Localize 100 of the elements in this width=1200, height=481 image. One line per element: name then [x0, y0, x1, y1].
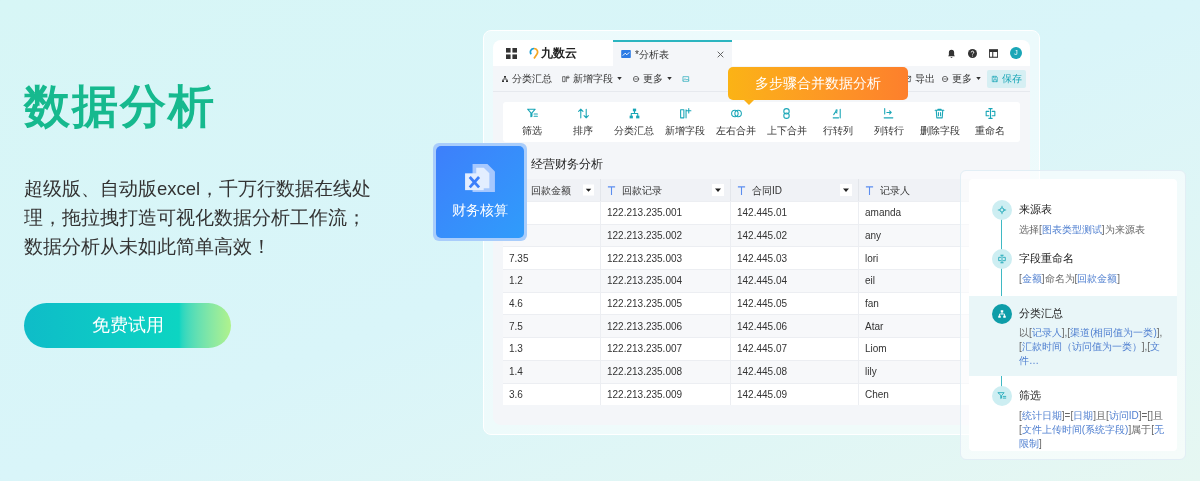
badge-label: 财务核算 — [452, 200, 508, 220]
table-cell-text: 122.213.235.004 — [607, 274, 683, 289]
hierarchy-icon — [997, 308, 1007, 319]
column-label: 回款金额 — [531, 183, 571, 198]
document-tab[interactable]: *分析表 — [613, 40, 732, 66]
table-cell-text: Liom — [865, 342, 887, 357]
operation-button[interactable]: 筛选 — [507, 106, 558, 138]
table-cell-text: 122.213.235.008 — [607, 365, 683, 380]
table-cell-text: 142.445.04 — [737, 274, 788, 289]
table-cell-text: 142.445.02 — [737, 229, 788, 244]
bell-icon[interactable] — [947, 48, 956, 58]
toolbar-button[interactable]: 新增字段 — [562, 71, 622, 86]
table-cell-text: eil — [865, 274, 875, 289]
logo-icon — [529, 46, 539, 60]
column-label: 合同ID — [752, 183, 782, 198]
hierarchy-icon — [501, 74, 509, 83]
close-icon[interactable] — [717, 50, 724, 58]
step-description: 选择[图表类型测试]为来源表 — [1019, 222, 1146, 237]
hero-title: 数据分析 — [24, 79, 217, 134]
table-cell-text: 142.445.06 — [737, 319, 788, 334]
toolbar-button[interactable]: 分类汇总 — [501, 71, 552, 86]
operation-button[interactable]: 删除字段 — [914, 106, 965, 138]
table-cell-text: 122.213.235.002 — [607, 229, 683, 244]
table-cell-text: Chen — [865, 387, 889, 402]
table-cell-text: 142.445.03 — [737, 251, 788, 266]
table-cell-text: amanda — [865, 206, 902, 221]
table-cell-text: 1.3 — [509, 342, 523, 357]
step-title: 筛选 — [1019, 388, 1042, 404]
workflow-step[interactable]: 字段重命名 [金额]命名为[回款金额] — [969, 246, 1177, 288]
callout-banner: 多步骤合并数据分析 — [728, 67, 908, 100]
table-cell-text: 142.445.08 — [737, 365, 788, 380]
target-icon — [997, 205, 1007, 215]
table-cell-text: 1.2 — [509, 274, 523, 289]
apps-icon[interactable] — [506, 47, 517, 59]
table-cell-text: 122.213.235.001 — [607, 206, 683, 221]
table-cell-text: any — [865, 229, 882, 244]
operation-button[interactable]: 列转行 — [863, 106, 914, 138]
operation-button[interactable]: 排序 — [558, 106, 609, 138]
toolbar-button[interactable]: 更多 — [632, 71, 672, 86]
filter-icon — [525, 106, 539, 120]
operation-button[interactable]: 重命名 — [965, 106, 1016, 138]
workflow-step[interactable]: 分类汇总 以[记录人],[渠道(相同值为一类)],[汇款时间（访问值为一类）],[文件… — [969, 295, 1177, 377]
workflow-step[interactable]: 来源表 选择[图表类型测试]为来源表 — [969, 198, 1177, 239]
operation-button[interactable]: 新增字段 — [660, 106, 711, 138]
operation-button[interactable]: 左右合并 — [711, 106, 761, 138]
step-title: 来源表 — [1019, 202, 1053, 217]
table-cell-text: Atar — [865, 319, 884, 334]
more-circle-icon — [941, 74, 949, 83]
table-cell-text: 4.6 — [509, 297, 523, 312]
more-circle-icon — [632, 74, 640, 83]
table-cell-text: 122.213.235.006 — [607, 319, 683, 334]
table-cell-text: lori — [865, 251, 879, 266]
callout-pointer — [743, 99, 755, 105]
step-title: 分类汇总 — [1019, 305, 1064, 321]
table-cell-text: 142.445.07 — [737, 342, 788, 357]
operation-button[interactable]: 上下合并 — [761, 106, 812, 138]
chart-icon — [621, 50, 631, 58]
column-label: 回款记录 — [622, 183, 662, 198]
column-label: 记录人 — [880, 183, 910, 198]
help-icon[interactable] — [968, 48, 977, 58]
table-cell-text: fan — [865, 297, 879, 312]
save-icon — [991, 74, 999, 83]
sort-icon — [576, 106, 590, 120]
step-description: [统计日期]=[日期]且[访问ID]=[]且[文件上传时间(系统字段)]属于[无限制] — [1019, 409, 1165, 451]
add-column-icon — [562, 74, 570, 83]
step-title: 字段重命名 — [1019, 250, 1075, 266]
column-to-row-icon — [882, 106, 896, 120]
table-cell-text: 7.35 — [509, 251, 529, 266]
table-cell-text: 3.6 — [509, 387, 523, 402]
tab-label: *分析表 — [635, 47, 669, 62]
table-cell-text: lily — [865, 365, 877, 380]
step-description: [金额]命名为[回款金额] — [1019, 271, 1122, 286]
operation-button[interactable]: 分类汇总 — [609, 106, 660, 138]
table-cell-text: 122.213.235.009 — [607, 387, 683, 402]
step-description: 以[记录人],[渠道(相同值为一类)],[汇款时间（访问值为一类）],[文件… — [1019, 326, 1164, 369]
table-cell-text: 142.445.01 — [737, 206, 788, 221]
hierarchy-icon — [627, 106, 641, 120]
rename-icon — [983, 106, 997, 120]
dropdown-icon[interactable] — [712, 184, 724, 196]
layout-icon[interactable] — [989, 48, 998, 58]
workflow-step[interactable]: 筛选 [统计日期]=[日期]且[访问ID]=[]且[文件上传时间(系统字段)]属于[无限制] — [969, 384, 1177, 453]
logo-text: 九数云 — [541, 45, 577, 62]
table-title: 经营财务分析 — [531, 156, 604, 172]
table-cell-text: 122.213.235.007 — [607, 342, 683, 357]
table-cell-text: 122.213.235.003 — [607, 251, 683, 266]
table-cell-text: 142.445.05 — [737, 297, 788, 312]
hero-description: 超级版、自动版excel，千万行数据在线处理，拖拉拽打造可视化数据分析工作流；数据分析从未如此简单高效！ — [24, 177, 373, 259]
table-cell-text: 122.213.235.005 — [607, 297, 683, 312]
filter-icon — [997, 391, 1007, 402]
rename-icon — [997, 253, 1007, 264]
spreadsheet-icon — [464, 163, 496, 192]
add-column-icon — [678, 106, 692, 120]
image-icon — [682, 74, 690, 83]
toolbar-button[interactable]: 更多 — [941, 71, 981, 86]
dropdown-icon[interactable] — [840, 184, 852, 196]
table-cell-text: 7.5 — [509, 319, 523, 334]
dropdown-icon[interactable] — [583, 184, 594, 196]
trash-icon — [933, 106, 947, 120]
operation-button[interactable]: 行转列 — [812, 106, 863, 138]
table-cell-text: 142.445.09 — [737, 387, 788, 402]
